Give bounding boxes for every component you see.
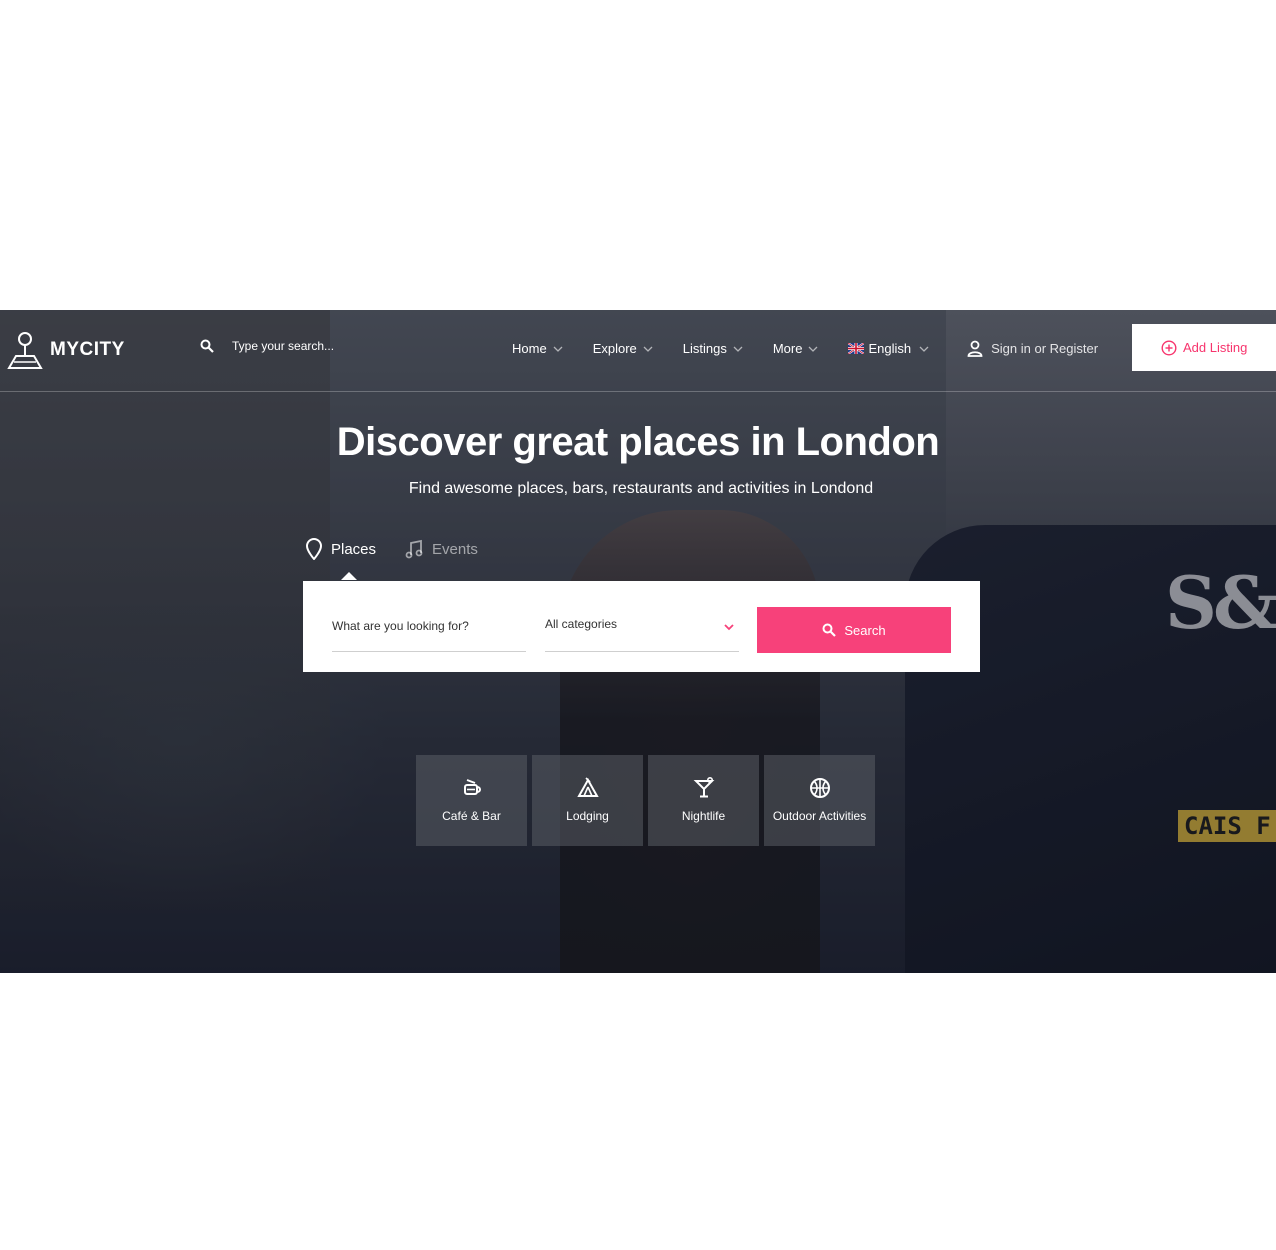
hero-section: S& CAIS F MYCITY Home [0,310,1276,973]
hero-subtitle: Find awesome places, bars, restaurants a… [408,480,874,497]
search-form: All categories Search [303,581,980,672]
search-button-label: Search [844,622,886,638]
user-icon [967,340,983,357]
active-tab-indicator [341,572,357,580]
main-nav: Home Explore Listings More English Sign … [512,340,1098,357]
what-input[interactable] [332,619,526,633]
city-pin-logo-icon [7,332,43,369]
category-label: Café & Bar [442,809,501,823]
what-field [332,617,526,652]
nav-home-label: Home [512,341,547,356]
category-label: Nightlife [681,809,726,823]
nav-listings[interactable]: Listings [683,341,743,356]
tab-events-label: Events [432,540,478,558]
category-label: Lodging [566,809,609,823]
category-value: All categories [545,617,618,631]
brand-name: MYCITY [50,339,125,360]
tent-icon [576,777,599,797]
language-selector[interactable]: English [848,341,929,356]
category-label: Outdoor Activities [772,809,867,823]
nav-explore-label: Explore [592,341,637,356]
map-pin-icon [305,538,323,560]
search-icon[interactable] [200,339,214,353]
header-search [200,339,392,353]
nav-home[interactable]: Home [512,341,563,356]
top-navigation-bar: MYCITY Home Explore Listings Mo [0,310,1276,392]
uk-flag-icon [848,343,865,354]
category-tile-outdoor-activities[interactable]: Outdoor Activities [764,755,875,846]
chevron-down-icon [724,624,734,631]
category-tile-nightlife[interactable]: Nightlife [648,755,759,846]
category-tile-cafe-bar[interactable]: Café & Bar [416,755,527,846]
plus-circle-icon [1161,339,1177,356]
signin-label: Sign in or Register [991,341,1099,356]
brand-logo[interactable]: MYCITY [6,330,125,370]
nav-more-label: More [772,341,803,356]
add-listing-label: Add Listing [1183,340,1248,355]
coffee-cup-icon [463,779,481,795]
header-search-input[interactable] [232,339,392,353]
language-label: English [868,341,912,356]
signin-link[interactable]: Sign in or Register [967,340,1098,357]
tab-places[interactable]: Places [305,538,377,580]
hero-title: Discover great places in London [336,420,940,464]
search-icon [822,623,837,637]
search-type-tabs: Places Events [305,538,478,580]
nav-listings-label: Listings [682,341,727,356]
category-select[interactable]: All categories [545,617,739,652]
nav-explore[interactable]: Explore [593,341,653,356]
search-button[interactable]: Search [757,607,951,653]
tab-places-label: Places [331,540,377,558]
chevron-down-icon [919,346,929,352]
add-listing-button[interactable]: Add Listing [1132,324,1276,371]
chevron-down-icon [643,346,653,352]
chevron-down-icon [733,346,743,352]
cocktail-icon [693,777,714,798]
basketball-icon [809,778,830,798]
nav-more[interactable]: More [773,341,819,356]
music-note-icon [405,539,423,559]
chevron-down-icon [809,346,818,352]
category-tile-lodging[interactable]: Lodging [532,755,643,846]
category-tiles: Café & Bar Lodging Nightlife Outdoor Act… [416,755,875,846]
chevron-down-icon [553,346,563,352]
tab-events[interactable]: Events [404,538,478,560]
